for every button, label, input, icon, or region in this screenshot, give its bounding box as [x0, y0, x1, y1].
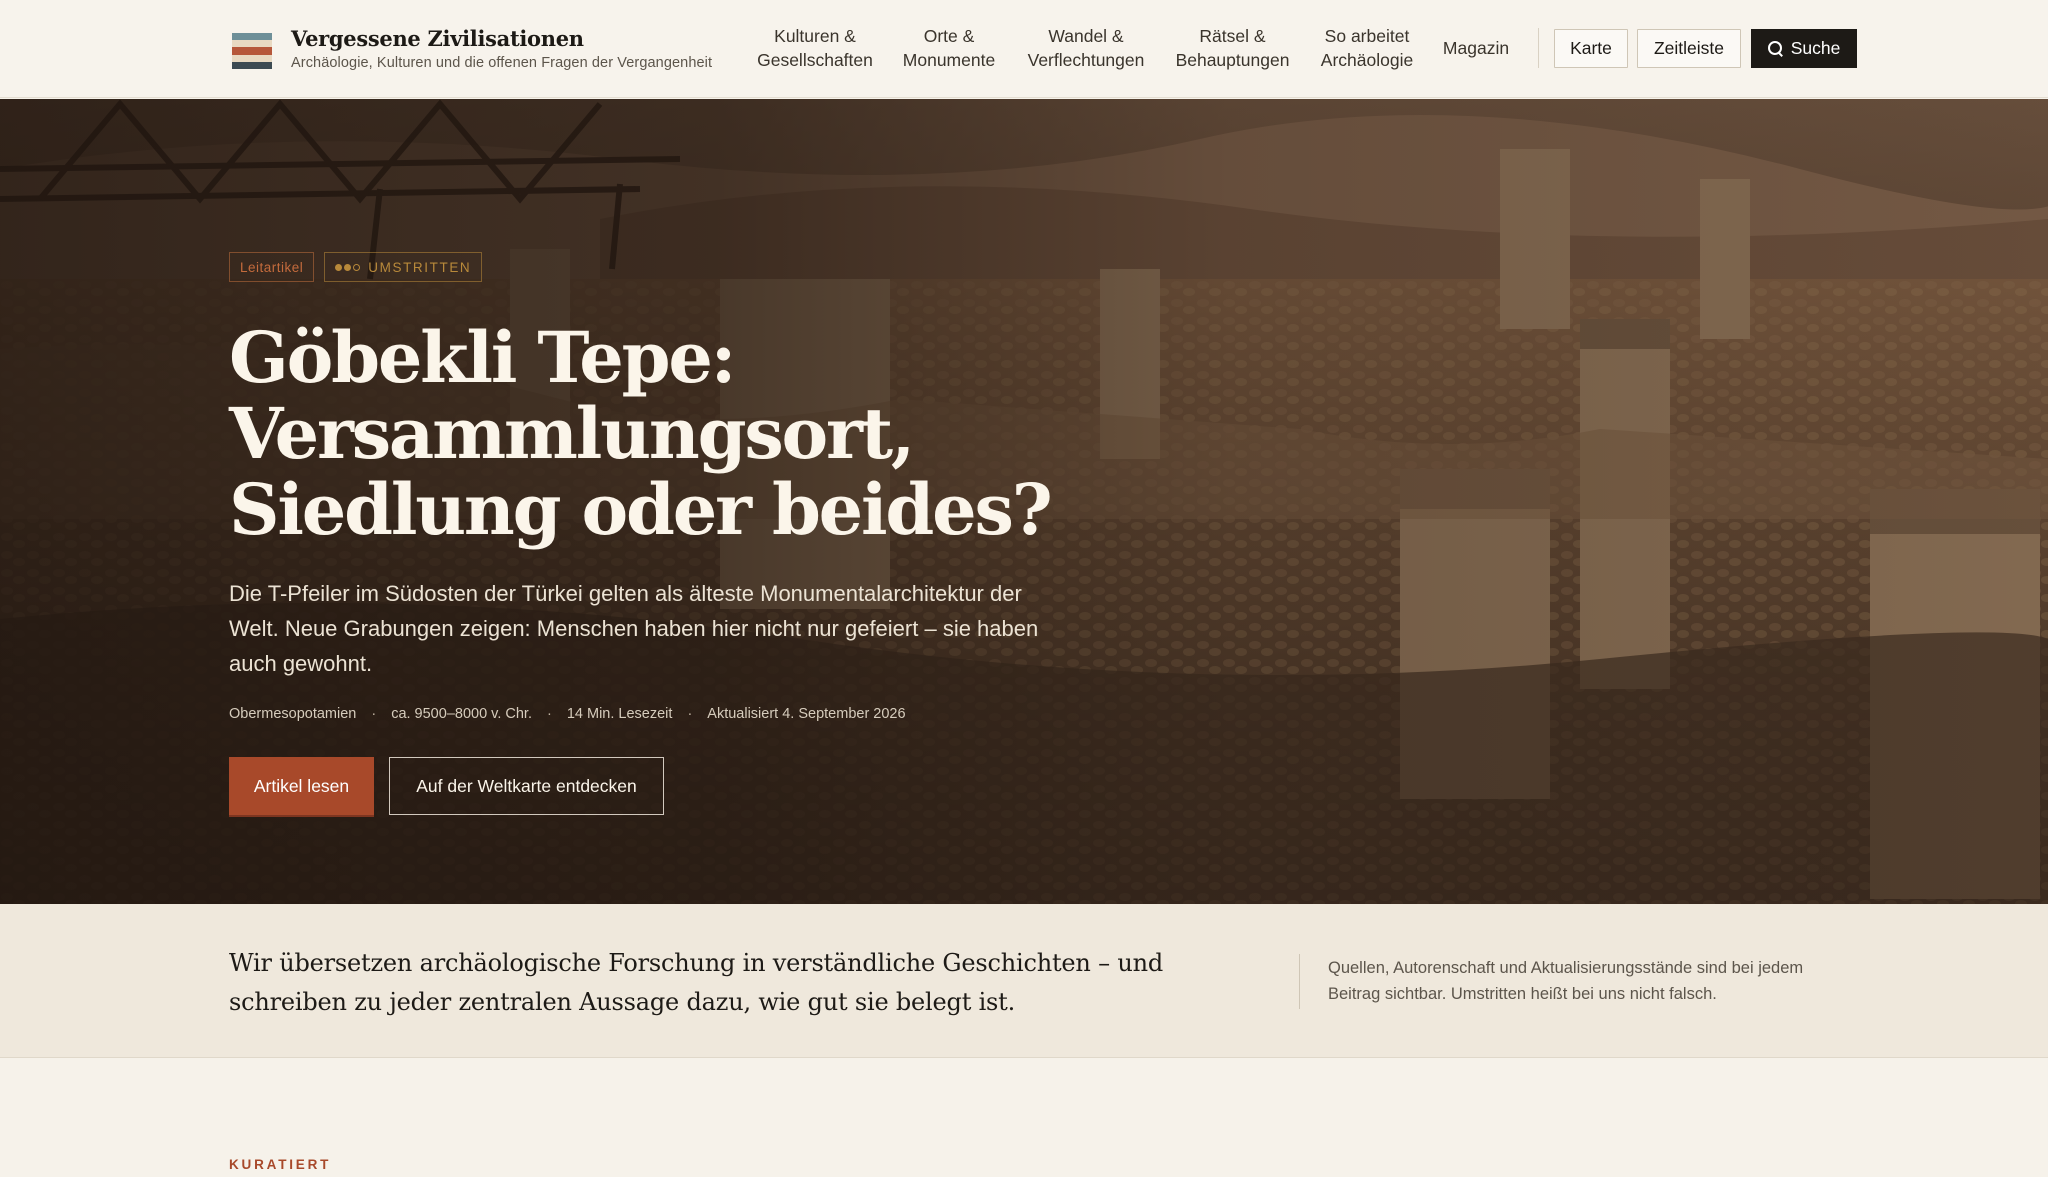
site-name: Vergessene Zivilisationen	[291, 26, 584, 51]
nav-item-orte[interactable]: Orte & Monumente	[891, 24, 1007, 72]
hero: Leitartikel UMSTRITTEN Göbekli Tepe: Ver…	[0, 99, 2048, 904]
meta-updated: Aktualisiert 4. September 2026	[707, 706, 906, 722]
article-meta: Obermesopotamien · ca. 9500–8000 v. Chr.…	[229, 706, 1109, 722]
search-button[interactable]: Suche	[1751, 29, 1857, 68]
nav-item-magazin[interactable]: Magazin	[1436, 36, 1516, 60]
meta-period: ca. 9500–8000 v. Chr.	[391, 706, 532, 722]
evidence-dots-icon	[335, 263, 361, 271]
meta-separator: ·	[371, 706, 377, 722]
site-logo-icon	[232, 33, 272, 70]
site-tagline: Archäologie, Kulturen und die offenen Fr…	[291, 55, 713, 71]
meta-separator: ·	[687, 706, 693, 722]
mission-band: Wir übersetzen archäologische Forschung …	[0, 904, 2048, 1058]
mission-note: Quellen, Autorenschaft und Aktualisierun…	[1328, 959, 1804, 1003]
meta-reading-time: 14 Min. Lesezeit	[566, 706, 673, 722]
hero-title-line: Siedlung oder beides?	[229, 468, 1053, 551]
search-icon	[1767, 41, 1783, 56]
meta-region: Obermesopotamien	[229, 706, 357, 722]
hero-content: Leitartikel UMSTRITTEN Göbekli Tepe: Ver…	[229, 252, 1109, 815]
mission-statement: Wir übersetzen archäologische Forschung …	[229, 949, 1164, 1016]
meta-separator: ·	[547, 706, 552, 722]
mission-divider	[1299, 954, 1300, 1009]
nav-item-archaeologie[interactable]: So arbeitet Archäologie	[1312, 24, 1422, 72]
curated-section-label: KURATIERT	[229, 1157, 332, 1172]
nav-divider	[1538, 28, 1539, 68]
search-button-label: Suche	[1790, 38, 1841, 58]
read-article-button[interactable]: Artikel lesen	[229, 757, 374, 815]
brand[interactable]: Vergessene Zivilisationen Archäologie, K…	[232, 26, 712, 71]
disputed-badge-label: UMSTRITTEN	[368, 259, 472, 275]
nav-item-raetsel[interactable]: Rätsel & Behauptungen	[1167, 24, 1298, 72]
hero-title: Göbekli Tepe: Versammlungsort, Siedlung …	[229, 320, 1109, 548]
timeline-button[interactable]: Zeitleiste	[1637, 29, 1741, 68]
feature-badge: Leitartikel	[229, 252, 315, 282]
disputed-badge: UMSTRITTEN	[324, 252, 483, 282]
hero-title-line: Göbekli Tepe:	[229, 316, 737, 399]
nav-item-wandel[interactable]: Wandel & Verflechtungen	[1019, 24, 1153, 72]
nav-item-kulturen[interactable]: Kulturen & Gesellschaften	[750, 24, 880, 72]
hero-title-line: Versammlungsort,	[229, 392, 915, 475]
hero-badges: Leitartikel UMSTRITTEN	[229, 252, 1109, 282]
site-header: Vergessene Zivilisationen Archäologie, K…	[0, 0, 2048, 98]
hero-lede: Die T-Pfeiler im Südosten der Türkei gel…	[229, 581, 1039, 676]
hero-actions: Artikel lesen Auf der Weltkarte entdecke…	[229, 757, 1109, 815]
world-map-button[interactable]: Auf der Weltkarte entdecken	[389, 757, 664, 815]
map-button[interactable]: Karte	[1554, 29, 1628, 68]
